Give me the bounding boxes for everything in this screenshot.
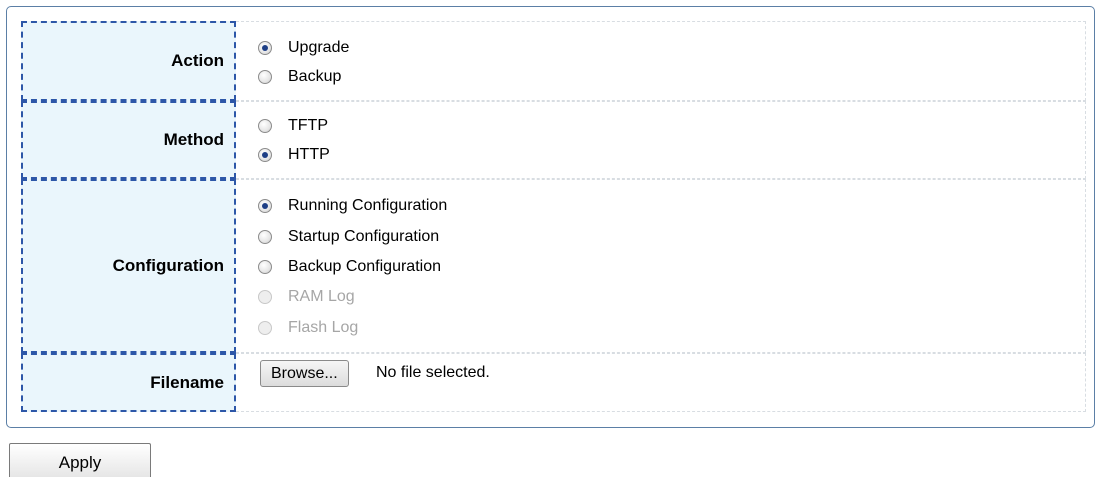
radio-label: Startup Configuration: [288, 228, 440, 245]
action-row: Action Upgrade Backup: [7, 21, 1094, 101]
method-label: Method: [21, 101, 236, 179]
action-label: Action: [21, 21, 236, 101]
radio-option-startup-configuration[interactable]: Startup Configuration: [258, 225, 439, 249]
radio-label: Running Configuration: [288, 197, 448, 214]
radio-option-backup[interactable]: Backup: [258, 65, 341, 89]
method-options: TFTP HTTP: [236, 101, 1086, 179]
radio-button-icon[interactable]: [258, 41, 272, 55]
radio-option-running-configuration[interactable]: Running Configuration: [258, 194, 447, 218]
radio-option-upgrade[interactable]: Upgrade: [258, 36, 349, 60]
browse-button[interactable]: Browse...: [260, 360, 349, 387]
radio-button-icon[interactable]: [258, 230, 272, 244]
radio-button-icon[interactable]: [258, 260, 272, 274]
radio-option-ram-log: RAM Log: [258, 285, 355, 309]
filename-label: Filename: [21, 353, 236, 412]
radio-option-tftp[interactable]: TFTP: [258, 114, 328, 138]
method-row: Method TFTP HTTP: [7, 101, 1094, 179]
upgrade-backup-form: Action Upgrade Backup Method TFTP HTTP C…: [6, 6, 1095, 428]
radio-label: Backup Configuration: [288, 258, 441, 275]
file-status-text: No file selected.: [376, 364, 490, 381]
radio-button-icon[interactable]: [258, 70, 272, 84]
configuration-label: Configuration: [21, 179, 236, 353]
configuration-options: Running Configuration Startup Configurat…: [236, 179, 1086, 353]
filename-row: Filename Browse... No file selected.: [7, 353, 1094, 412]
radio-option-flash-log: Flash Log: [258, 316, 358, 340]
radio-label: TFTP: [288, 117, 328, 134]
radio-label: RAM Log: [288, 288, 355, 305]
configuration-row: Configuration Running Configuration Star…: [7, 179, 1094, 353]
radio-button-icon[interactable]: [258, 148, 272, 162]
apply-button[interactable]: Apply: [9, 443, 151, 477]
radio-button-icon: [258, 321, 272, 335]
radio-label: Backup: [288, 68, 342, 85]
radio-option-http[interactable]: HTTP: [258, 143, 330, 167]
radio-label: HTTP: [288, 146, 330, 163]
radio-button-icon: [258, 290, 272, 304]
filename-field: Browse... No file selected.: [236, 353, 1086, 412]
radio-button-icon[interactable]: [258, 119, 272, 133]
radio-label: Upgrade: [288, 39, 350, 56]
radio-option-backup-configuration[interactable]: Backup Configuration: [258, 255, 441, 279]
radio-label: Flash Log: [288, 319, 359, 336]
radio-button-icon[interactable]: [258, 199, 272, 213]
action-options: Upgrade Backup: [236, 21, 1086, 101]
